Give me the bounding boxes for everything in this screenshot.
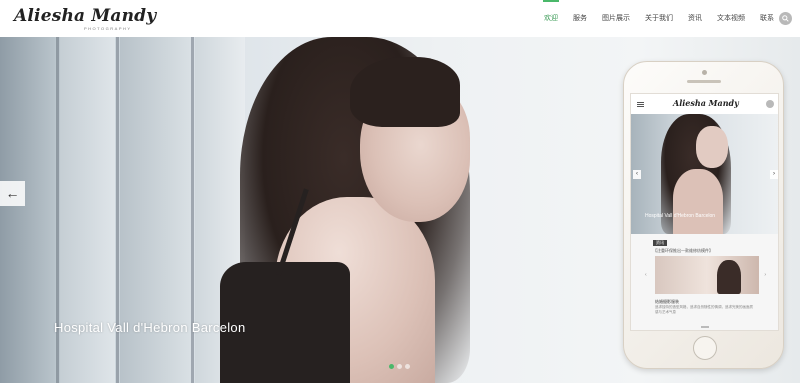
chevron-right-icon: › [764,272,766,278]
news-title: 【注重环保推出一款维修纺模件】 [653,248,713,253]
site-logo[interactable]: Aliesha Mandy PHOTOGRAPHY [14,6,156,32]
slider-dot[interactable] [397,364,402,369]
nav-item-services[interactable]: 服务 [573,0,587,37]
phone-mockup: Aliesha Mandy Hospital Vall d'Hebron Bar… [623,61,784,369]
prev-slide-arrow-icon[interactable]: ← [0,181,25,206]
phone-home-button [693,336,717,360]
nav-item-welcome[interactable]: 欢迎 [543,0,559,37]
logo-text: Aliesha Mandy [14,6,157,26]
phone-speaker [687,80,721,83]
hero-background [0,37,55,383]
slider-dots [389,364,413,369]
hero-slider: Hospital Vall d'Hebron Barcelon ← Aliesh… [0,37,800,383]
mobile-hero-caption: Hospital Vall d'Hebron Barcelon [645,213,716,219]
search-icon[interactable] [779,12,792,25]
mobile-header: Aliesha Mandy [631,94,778,114]
site-header: Aliesha Mandy PHOTOGRAPHY 欢迎 服务 图片展示 关于我… [0,0,800,37]
nav-item-gallery[interactable]: 图片展示 [602,0,630,37]
nav-item-text-video[interactable]: 文本视频 [717,0,745,37]
slider-dot[interactable] [389,364,394,369]
logo-subtitle: PHOTOGRAPHY [84,26,132,31]
hero-caption: Hospital Vall d'Hebron Barcelon [54,320,246,335]
nav-item-about[interactable]: 关于我们 [645,0,673,37]
phone-camera [702,70,707,75]
mobile-news-section: 资讯 【注重环保推出一款维修纺模件】 ‹ › 结婚摄影服装 追求独特的造型风格，… [631,234,778,330]
mobile-logo: Aliesha Mandy [673,98,739,108]
news-pager [701,326,709,328]
news-tag: 资讯 [653,240,667,246]
chevron-right-icon: › [770,170,778,179]
nav-item-news[interactable]: 资讯 [688,0,702,37]
chevron-left-icon: ‹ [645,272,647,278]
mobile-hero: Hospital Vall d'Hebron Barcelon ‹ › [631,114,778,234]
chevron-left-icon: ‹ [633,170,641,179]
search-icon [766,100,774,108]
menu-icon [637,102,644,107]
main-nav: 欢迎 服务 图片展示 关于我们 资讯 文本视频 联系 [529,0,774,37]
news-image [655,256,759,294]
phone-screen: Aliesha Mandy Hospital Vall d'Hebron Bar… [630,93,779,331]
slider-dot[interactable] [405,364,410,369]
nav-item-contact[interactable]: 联系 [760,0,774,37]
news-text: 追求独特的造型风格，追求自然随性的情调，追求完美的画面质感与艺术气息 [655,305,753,314]
